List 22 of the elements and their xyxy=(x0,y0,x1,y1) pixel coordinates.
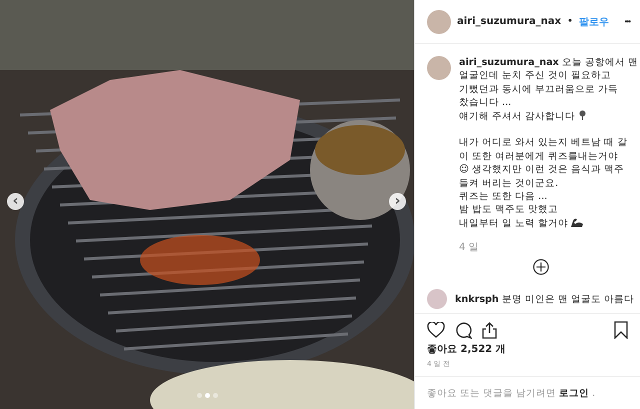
comment-icon[interactable] xyxy=(455,322,472,338)
more-options-button[interactable]: ••• xyxy=(624,17,630,26)
carousel-dot[interactable] xyxy=(212,393,218,398)
like-count: 좋아요 2,522 개 xyxy=(427,343,507,356)
username-link[interactable]: airi_suzumura_nax xyxy=(459,57,559,68)
avatar xyxy=(427,56,451,80)
username-link[interactable]: knkrsph xyxy=(455,294,499,304)
login-link[interactable]: 로그인 xyxy=(559,388,590,399)
avatar xyxy=(427,289,447,309)
username-link[interactable]: airi_suzumura_nax xyxy=(457,16,562,27)
share-icon[interactable] xyxy=(482,322,497,338)
load-more-comments-icon[interactable] xyxy=(533,259,549,276)
post-time: 4 일 xyxy=(459,241,480,254)
bookmark-icon[interactable] xyxy=(614,321,628,339)
login-prompt: 좋아요 또는 댓글을 남기려면 로그인 . xyxy=(415,376,640,409)
carousel-dot[interactable] xyxy=(196,393,202,398)
like-icon[interactable] xyxy=(427,322,445,338)
avatar xyxy=(427,10,451,34)
caption-text: airi_suzumura_nax 오늘 공항에서 맨 얼굴인데 눈치 주신 것이 필요하고 기뻤던과 동시에 부끄러움으로 가득 찼습니다 ... 얘기해 주셔서 감사합니다 내가 어디로 와서 있는지 베트남 때 갈 이 또한 여러분에게 퀴즈를내는거야 ☺ 생각했지만 이런 것은 음식과 맥주 들켜 버리는 것이군요. 퀴즈는 또한 다음 ... 밤 밥도 맥주도 맛했고 내일부터 일 노력 할거야 xyxy=(459,56,638,230)
comment-text: knkrsph 분명 미인은 맨 얼굴도 아름다 xyxy=(455,292,634,306)
carousel-dot[interactable] xyxy=(204,393,210,398)
separator-dot: • xyxy=(567,16,573,27)
